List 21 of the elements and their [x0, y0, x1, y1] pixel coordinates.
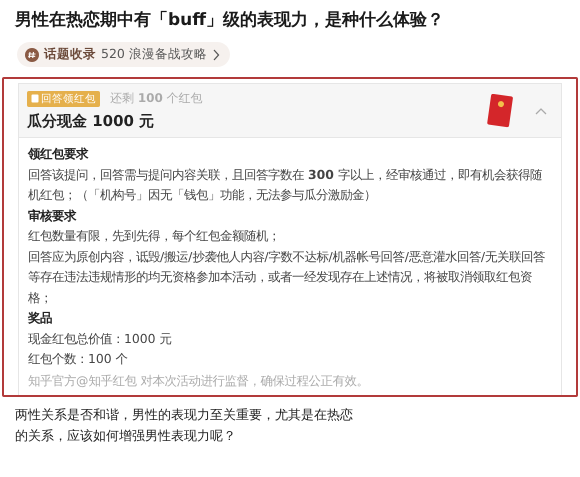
paragraph: 红包数量有限，先到先得，每个红包金额随机； — [28, 227, 281, 245]
section-heading: 奖品 — [28, 309, 53, 327]
reward-badge: 回答领红包 — [27, 90, 100, 106]
envelope-icon — [487, 94, 513, 128]
chevron-right-icon — [212, 48, 220, 60]
section-heading: 审核要求 — [28, 206, 78, 224]
supervision-note: 知乎官方@知乎红包 对本次活动进行监督，确保过程公正有效。 — [28, 372, 370, 390]
hashtag-icon — [25, 48, 39, 62]
packet-icon — [31, 94, 39, 103]
article-text: 的关系，应该如何增强男性表现力呢？ — [15, 428, 237, 446]
paragraph: 回答应为原创内容，诋毁/搬运/抄袭他人内容/字数不达标/机器帐号回答/恶意灌水回答/无关联回答等存在违法违规情形的均无资格参加本活动，或者一经发现存在上述情况，将被取消领取红包资格； — [28, 248, 546, 306]
question-title: 男性在热恋期中有「buff」级的表现力，是种什么体验？ — [15, 9, 446, 32]
paragraph: 红包个数：100 个 — [28, 350, 129, 368]
chevron-up-icon — [535, 106, 547, 114]
remaining-count: 还剩 100 个红包 — [110, 90, 203, 107]
paragraph: 现金红包总价值：1000 元 — [28, 330, 172, 348]
card-heading: 瓜分现金 1000 元 — [27, 112, 156, 131]
topic-link[interactable]: 话题收录 520 浪漫备战攻略 — [17, 42, 230, 67]
article-text: 两性关系是否和谐，男性的表现力至关重要，尤其是在热恋 — [15, 407, 354, 425]
section-heading: 领红包要求 — [28, 145, 90, 163]
paragraph: 回答该提问，回答需与提问内容关联，且回答字数在 300 字以上，经审核通过，即有机会获得随机红包；（「机构号」因无「钱包」功能，无法参与瓜分激励金） — [28, 166, 543, 204]
